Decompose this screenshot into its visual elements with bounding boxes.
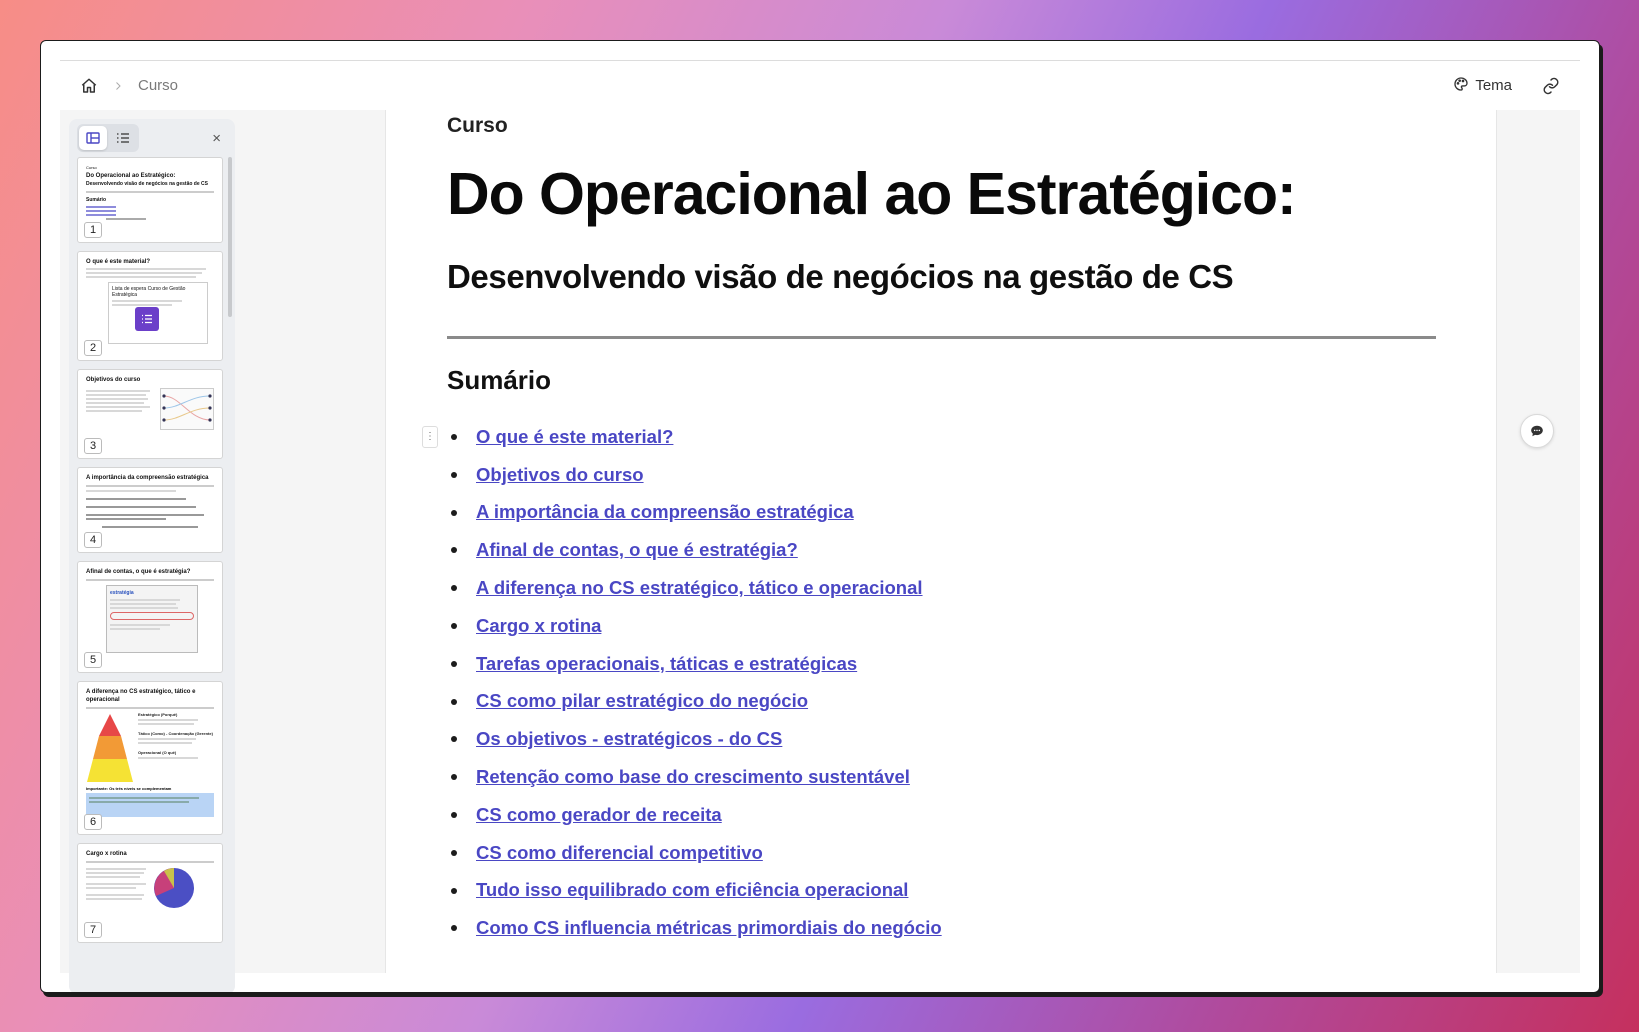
toc-item: A importância da compreensão estratégica: [447, 494, 1436, 532]
slide-thumbnail[interactable]: Objetivos do curso 3: [77, 369, 223, 459]
thumb-title: A diferença no CS estratégico, tático e …: [86, 689, 196, 703]
level-operational: Operacional (O quê): [138, 750, 177, 755]
link-icon[interactable]: [1542, 77, 1560, 95]
toc-link[interactable]: CS como gerador de receita: [476, 804, 722, 826]
toc-link[interactable]: A importância da compreensão estratégica: [476, 501, 854, 523]
theme-button[interactable]: Tema: [1453, 76, 1512, 96]
thumb-number: 4: [84, 532, 102, 548]
toc-link[interactable]: A diferença no CS estratégico, tático e …: [476, 577, 923, 599]
thumb-number: 7: [84, 922, 102, 938]
table-of-contents: ⋮ O que é este material? Objetivos do cu…: [422, 418, 1436, 947]
toc-item: CS como gerador de receita: [447, 796, 1436, 834]
toc-link[interactable]: CS como diferencial competitivo: [476, 842, 763, 864]
toc-item: CS como pilar estratégico do negócio: [447, 683, 1436, 721]
toc-link[interactable]: CS como pilar estratégico do negócio: [476, 690, 808, 712]
palette-icon: [1453, 76, 1469, 96]
toc-item: Cargo x rotina: [447, 607, 1436, 645]
toc-link[interactable]: Tudo isso equilibrado com eficiência ope…: [476, 879, 908, 901]
toc-link[interactable]: Objetivos do curso: [476, 464, 644, 486]
toc-item: A diferença no CS estratégico, tático e …: [447, 569, 1436, 607]
toc-item: CS como diferencial competitivo: [447, 834, 1436, 872]
app-window: Curso Tema × Curso Do Operacional ao Est…: [40, 40, 1600, 993]
thumb-subtitle: Desenvolvendo visão de negócios na gestã…: [86, 181, 208, 187]
thumb-number: 1: [84, 222, 102, 238]
toc-link[interactable]: Retenção como base do crescimento susten…: [476, 766, 910, 788]
breadcrumb-item-curso[interactable]: Curso: [138, 77, 178, 94]
thumb-title: O que é este material?: [86, 259, 151, 265]
thumb-card-title: estratégia: [110, 590, 134, 596]
thumb-title: Afinal de contas, o que é estratégia?: [86, 569, 191, 575]
thumb-title: Objetivos do curso: [86, 377, 141, 383]
view-toggle: [77, 124, 139, 152]
thumb-number: 2: [84, 340, 102, 356]
grid-view-icon[interactable]: [79, 126, 107, 150]
toc-item: Tudo isso equilibrado com eficiência ope…: [447, 872, 1436, 910]
toc-link[interactable]: O que é este material?: [476, 426, 673, 448]
comment-icon[interactable]: [1520, 414, 1554, 448]
toc-item: Como CS influencia métricas primordiais …: [447, 909, 1436, 947]
chevron-right-icon: [112, 80, 124, 92]
sidebar-scrollbar[interactable]: [228, 157, 232, 317]
slide-thumbnail[interactable]: A importância da compreensão estratégica…: [77, 467, 223, 553]
toc-link[interactable]: Tarefas operacionais, táticas e estratég…: [476, 653, 857, 675]
level-strategic: Estratégico (Porquê): [138, 712, 178, 717]
theme-label: Tema: [1475, 77, 1512, 94]
toc-link[interactable]: Como CS influencia métricas primordiais …: [476, 917, 942, 939]
thumb-section: Sumário: [86, 197, 107, 203]
toc-link[interactable]: Afinal de contas, o que é estratégia?: [476, 539, 798, 561]
thumb-number: 6: [84, 814, 102, 830]
drag-handle-icon[interactable]: ⋮: [422, 426, 438, 448]
pyramid-diagram: [87, 714, 133, 782]
thumbnail-list: Curso Do Operacional ao Estratégico: Des…: [69, 157, 235, 943]
doc-kicker: Curso: [447, 114, 508, 137]
thumb-title: A importância da compreensão estratégica: [86, 475, 209, 481]
content-stage: × Curso Do Operacional ao Estratégico: D…: [60, 110, 1580, 992]
toc-item: O que é este material?: [447, 418, 1436, 456]
page-title: Do Operacional ao Estratégico:: [447, 161, 1297, 227]
toc-item: Retenção como base do crescimento susten…: [447, 758, 1436, 796]
top-bar: Curso Tema: [60, 61, 1580, 110]
pie-chart-thumbnail: [154, 868, 194, 908]
thumb-number: 3: [84, 438, 102, 454]
list-view-icon[interactable]: [109, 126, 137, 150]
toc-item: Afinal de contas, o que é estratégia?: [447, 531, 1436, 569]
slide-thumbnail[interactable]: Cargo x rotina 7: [77, 843, 223, 943]
slide-thumbnail[interactable]: Curso Do Operacional ao Estratégico: Des…: [77, 157, 223, 243]
slide-thumbnail[interactable]: O que é este material? Lista de espera C…: [77, 251, 223, 361]
list-icon: [135, 307, 159, 331]
close-icon[interactable]: ×: [206, 128, 227, 149]
level-tactical: Tático (Como) - Coordenação (Gerente): [138, 731, 213, 736]
thumb-note: Importante: Os três níveis se complement…: [86, 786, 172, 791]
page-subtitle: Desenvolvendo visão de negócios na gestã…: [447, 258, 1234, 295]
slides-sidebar: × Curso Do Operacional ao Estratégico: D…: [69, 119, 235, 992]
breadcrumb: Curso: [80, 77, 178, 95]
toc-item: Objetivos do curso: [447, 456, 1436, 494]
thumb-title: Do Operacional ao Estratégico:: [86, 173, 176, 179]
toc-link[interactable]: Os objetivos - estratégicos - do CS: [476, 728, 782, 750]
divider: [447, 336, 1436, 339]
document-page: Curso Do Operacional ao Estratégico: Des…: [385, 110, 1497, 973]
thumb-title: Cargo x rotina: [86, 851, 127, 857]
thumb-card-title: Lista de espera Curso de Gestão Estratég…: [112, 286, 186, 298]
slide-thumbnail[interactable]: A diferença no CS estratégico, tático e …: [77, 681, 223, 835]
thumb-number: 5: [84, 652, 102, 668]
toc-item: Os objetivos - estratégicos - do CS: [447, 720, 1436, 758]
thumb-kicker: Curso: [86, 165, 97, 170]
home-icon[interactable]: [80, 77, 98, 95]
toc-link[interactable]: Cargo x rotina: [476, 615, 601, 637]
toc-item: Tarefas operacionais, táticas e estratég…: [447, 645, 1436, 683]
diagram-thumbnail: [160, 388, 214, 430]
toc-heading: Sumário: [447, 365, 552, 395]
slide-thumbnail[interactable]: Afinal de contas, o que é estratégia? es…: [77, 561, 223, 673]
